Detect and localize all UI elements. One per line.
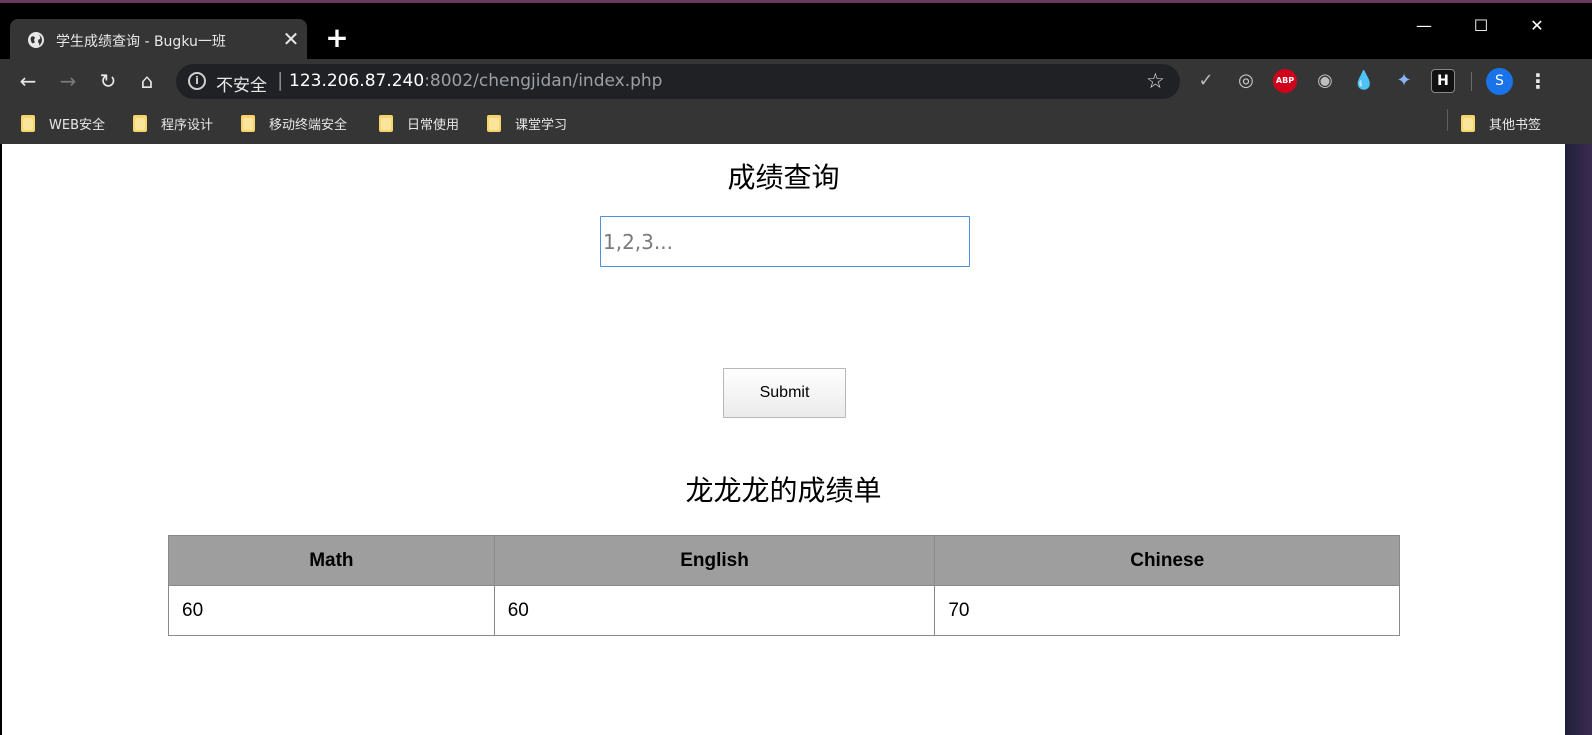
reload-icon: ↻	[99, 69, 117, 93]
bookmark-label: 程序设计	[161, 117, 214, 133]
header-english: English	[493, 535, 936, 586]
window-close-button[interactable]: ✕	[1510, 10, 1564, 42]
new-tab-button[interactable]: +	[323, 24, 351, 52]
adblock-icon[interactable]: ABP	[1273, 69, 1297, 93]
folder-icon	[1461, 114, 1475, 132]
address-separator: |	[277, 69, 284, 91]
bookmark-folder-mobile-security[interactable]: 移动终端安全	[241, 112, 347, 134]
score-table: Math English Chinese 60 60 70	[168, 535, 1400, 636]
browser-toolbar: ← → ↻ ⌂ i 不安全 | 123.206.87.240:8002/chen…	[0, 59, 1592, 104]
url-text[interactable]: 123.206.87.240:8002/chengjidan/index.php	[289, 71, 662, 91]
active-tab[interactable]: 学生成绩查询 - Bugku一班 ✕	[10, 19, 307, 62]
minimize-button[interactable]: —	[1397, 10, 1451, 42]
toolbar-divider	[1471, 72, 1472, 91]
home-button[interactable]: ⌂	[133, 67, 161, 95]
bookmark-label: WEB安全	[49, 117, 105, 133]
cell-english: 60	[493, 585, 936, 636]
address-bar[interactable]: i 不安全 | 123.206.87.240:8002/chengjidan/i…	[176, 64, 1180, 99]
menu-icon[interactable]: ⋮	[1528, 67, 1548, 95]
report-card-title: 龙龙龙的成绩单	[685, 474, 882, 507]
h-icon[interactable]: H	[1431, 69, 1455, 93]
bird-icon[interactable]: ✦	[1392, 69, 1416, 93]
arrow-left-icon: ←	[19, 69, 37, 93]
check-icon[interactable]: ✓	[1194, 69, 1218, 93]
profile-avatar[interactable]: S	[1486, 68, 1513, 95]
page-content: 成绩查询 Submit 龙龙龙的成绩单 Math English Chinese…	[2, 144, 1565, 735]
close-icon: ✕	[1530, 16, 1544, 35]
maximize-button[interactable]: ☐	[1454, 10, 1508, 42]
url-host: 123.206.87.240	[289, 71, 425, 91]
url-path: :8002/chengjidan/index.php	[424, 71, 663, 91]
minimize-icon: —	[1416, 16, 1432, 35]
other-bookmarks-label: 其他书签	[1489, 117, 1542, 133]
bookmark-label: 移动终端安全	[269, 117, 348, 133]
bookmark-label: 课堂学习	[515, 117, 568, 133]
tab-close-icon[interactable]: ✕	[280, 28, 302, 50]
cell-chinese: 70	[934, 585, 1400, 636]
folder-icon	[241, 114, 255, 132]
globe-icon	[28, 32, 44, 48]
droplet-icon[interactable]: 💧	[1352, 69, 1376, 93]
browser-window: 学生成绩查询 - Bugku一班 ✕ + — ☐ ✕ ← → ↻ ⌂ i 不安全	[0, 0, 1592, 735]
forward-button[interactable]: →	[54, 67, 82, 95]
cell-math: 60	[168, 585, 495, 636]
other-bookmarks[interactable]: 其他书签	[1461, 112, 1541, 134]
reload-button[interactable]: ↻	[94, 67, 122, 95]
folder-icon	[21, 114, 35, 132]
bookmark-folder-daily[interactable]: 日常使用	[379, 112, 459, 134]
folder-icon	[379, 114, 393, 132]
id-query-input[interactable]	[600, 216, 970, 267]
back-button[interactable]: ←	[14, 67, 42, 95]
arrow-right-icon: →	[59, 69, 77, 93]
bookmarks-bar: WEB安全 程序设计 移动终端安全 日常使用 课堂学习 其他书签	[0, 104, 1592, 144]
header-chinese: Chinese	[934, 535, 1400, 586]
folder-icon	[487, 114, 501, 132]
table-row: 60 60 70	[168, 585, 1400, 636]
bookmark-folder-programming[interactable]: 程序设计	[133, 112, 213, 134]
world-icon[interactable]: ◉	[1313, 69, 1337, 93]
table-header-row: Math English Chinese	[168, 535, 1400, 586]
tab-title: 学生成绩查询 - Bugku一班	[56, 34, 226, 50]
info-icon[interactable]: i	[188, 72, 206, 90]
folder-icon	[133, 114, 147, 132]
bookmark-label: 日常使用	[407, 117, 460, 133]
bookmark-folder-web-security[interactable]: WEB安全	[21, 112, 105, 134]
bookmark-folder-classroom[interactable]: 课堂学习	[487, 112, 567, 134]
security-status[interactable]: 不安全	[216, 71, 267, 96]
lightbulb-icon[interactable]: ◎	[1234, 69, 1258, 93]
maximize-icon: ☐	[1473, 16, 1489, 35]
header-math: Math	[168, 535, 495, 586]
bookmark-star-icon[interactable]: ☆	[1146, 69, 1165, 93]
bookmarks-divider	[1447, 109, 1448, 131]
submit-button[interactable]: Submit	[723, 368, 846, 418]
page-title: 成绩查询	[727, 161, 840, 194]
tab-strip: 学生成绩查询 - Bugku一班 ✕ + — ☐ ✕	[0, 6, 1592, 62]
desktop-edge	[1565, 144, 1592, 735]
home-icon: ⌂	[140, 69, 154, 93]
